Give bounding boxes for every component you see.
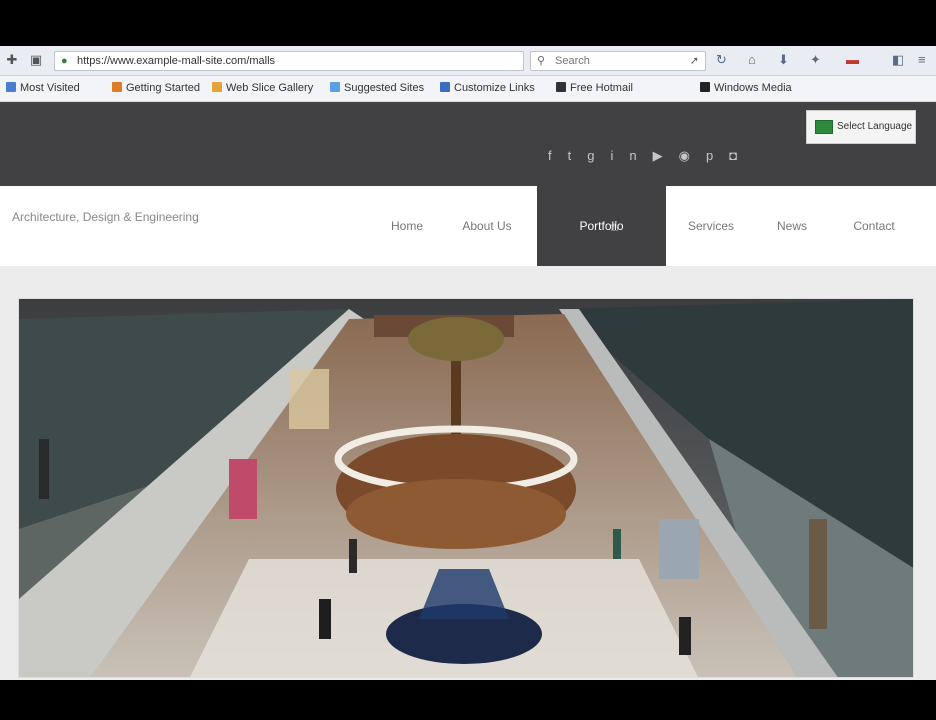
youtube-icon[interactable]: ▶ <box>653 148 679 163</box>
site-tagline: Architecture, Design & Engineering <box>12 210 199 224</box>
screen-frame-bottom <box>0 680 936 720</box>
nav-contact[interactable]: Contact <box>836 186 912 266</box>
bookmark-item[interactable]: Customize Links <box>440 82 535 94</box>
site-lock-icon: ● <box>61 55 68 67</box>
refresh-icon[interactable]: ↻ <box>716 52 727 68</box>
hero-image <box>18 298 914 678</box>
social-icons: ftgin▶◉p◘ <box>548 148 753 164</box>
bookmarks-bar: Most Visited Getting Started Web Slice G… <box>0 76 936 102</box>
twitter-icon[interactable]: t <box>568 148 588 163</box>
bookmark-item[interactable]: Most Visited <box>6 82 80 94</box>
mall-atrium-illustration <box>19 299 913 677</box>
nav-portfolio[interactable]: Portfolio <box>537 186 666 266</box>
bookmark-icon <box>700 82 710 92</box>
download-icon[interactable]: ⬇ <box>778 52 789 68</box>
instagram-icon[interactable]: ◘ <box>729 148 753 163</box>
address-text: https://www.example-mall-site.com/malls <box>77 55 276 67</box>
add-tab-icon[interactable]: ✚ <box>4 52 20 68</box>
google-plus-icon[interactable]: g <box>587 148 610 163</box>
bookmark-icon <box>6 82 16 92</box>
menu-icon[interactable]: ≡ <box>918 52 926 67</box>
search-input[interactable]: ⚲ Search ➚ <box>530 51 706 71</box>
language-label: Select Language <box>837 121 913 132</box>
bookmark-item[interactable]: Suggested Sites <box>330 82 424 94</box>
extension-icon[interactable]: ◧ <box>892 52 904 68</box>
main-navigation: Architecture, Design & Engineering Home … <box>0 186 936 266</box>
flag-icon[interactable]: ▬ <box>846 52 859 67</box>
browser-toolbar: ✚ ▣ ● https://www.example-mall-site.com/… <box>0 46 936 76</box>
nav-services[interactable]: Services <box>676 186 746 266</box>
screen-frame-top <box>0 0 936 46</box>
mouse-cursor-icon: ☝ <box>610 218 619 234</box>
pinterest-icon[interactable]: p <box>706 148 729 163</box>
facebook-icon[interactable]: f <box>548 148 568 163</box>
nav-about-us[interactable]: About Us <box>444 186 530 266</box>
rss-icon[interactable]: ◉ <box>679 148 706 163</box>
language-flag-icon <box>815 120 833 134</box>
bookmark-item[interactable]: Windows Media <box>700 82 792 94</box>
bookmark-icon <box>330 82 340 92</box>
bookmark-item[interactable]: Getting Started <box>112 82 200 94</box>
nav-news[interactable]: News <box>760 186 824 266</box>
address-bar[interactable]: ● https://www.example-mall-site.com/mall… <box>54 51 524 71</box>
addon-icon[interactable]: ✦ <box>810 52 821 68</box>
search-go-icon[interactable]: ➚ <box>690 52 699 70</box>
bookmark-icon <box>556 82 566 92</box>
search-icon: ⚲ <box>537 55 546 67</box>
linkedin-icon[interactable]: in <box>610 148 652 163</box>
language-selector[interactable]: Select Language <box>806 110 916 144</box>
page-icon[interactable]: ▣ <box>28 52 44 68</box>
bookmark-icon <box>212 82 222 92</box>
search-placeholder: Search <box>555 55 590 67</box>
nav-home[interactable]: Home <box>380 186 434 266</box>
site-header: Select Language ftgin▶◉p◘ <box>0 102 936 186</box>
home-icon[interactable]: ⌂ <box>748 52 756 67</box>
bookmark-icon <box>440 82 450 92</box>
bookmark-item[interactable]: Web Slice Gallery <box>212 82 313 94</box>
bookmark-item[interactable]: Free Hotmail <box>556 82 633 94</box>
bookmark-icon <box>112 82 122 92</box>
